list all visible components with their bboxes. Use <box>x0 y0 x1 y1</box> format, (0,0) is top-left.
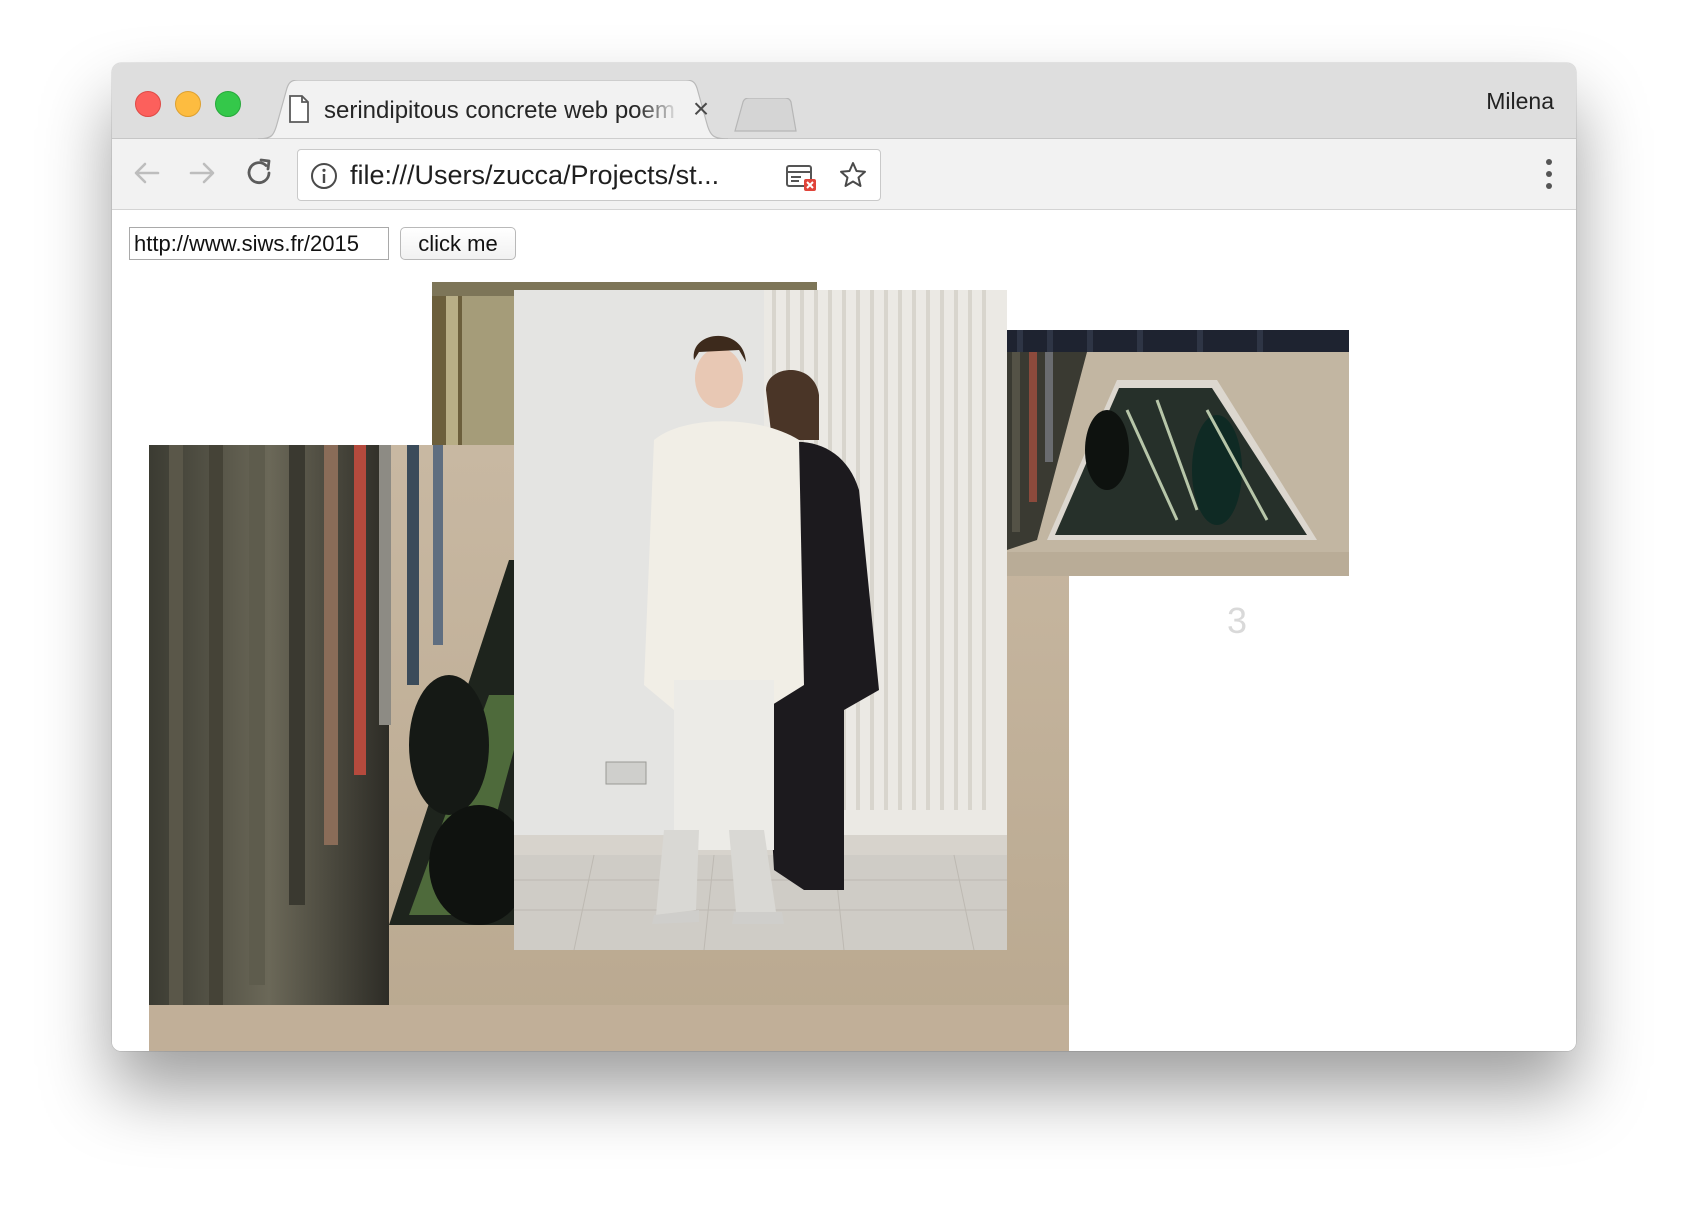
minimize-window-button[interactable] <box>175 91 201 117</box>
close-window-button[interactable] <box>135 91 161 117</box>
tab-active[interactable]: serindipitous concrete web poem × <box>258 80 728 139</box>
page-document-icon <box>289 95 309 123</box>
new-tab-button[interactable] <box>733 98 797 132</box>
tab-strip: serindipitous concrete web poem × Milena <box>112 63 1576 139</box>
blocked-content-icon[interactable] <box>786 164 818 192</box>
image-index-number: 3 <box>1227 600 1248 641</box>
url-text[interactable]: file:///Users/zucca/Projects/st... <box>350 160 719 190</box>
couple-portrait-photo <box>514 290 1007 950</box>
reload-icon[interactable] <box>242 156 276 190</box>
back-arrow-icon[interactable] <box>130 156 164 190</box>
info-icon[interactable] <box>310 162 338 190</box>
browser-toolbar: file:///Users/zucca/Projects/st... <box>112 139 1576 210</box>
forward-arrow-icon[interactable] <box>185 156 219 190</box>
tab-title: serindipitous concrete web poem <box>324 97 675 124</box>
maximize-window-button[interactable] <box>215 91 241 117</box>
url-input[interactable]: http://www.siws.fr/2015 <box>129 227 389 260</box>
click-me-button[interactable]: click me <box>400 227 516 260</box>
tab-close-icon[interactable]: × <box>688 95 714 123</box>
address-bar[interactable]: file:///Users/zucca/Projects/st... <box>297 149 881 201</box>
gallery-floor-foliage-photo-small <box>1007 330 1349 576</box>
more-menu-icon[interactable] <box>1544 157 1554 191</box>
browser-window: serindipitous concrete web poem × Milena… <box>112 63 1576 1051</box>
profile-name[interactable]: Milena <box>1486 88 1554 115</box>
page-content: http://www.siws.fr/2015 click me 3 <box>112 210 1576 1051</box>
bookmark-star-icon[interactable] <box>838 160 868 190</box>
